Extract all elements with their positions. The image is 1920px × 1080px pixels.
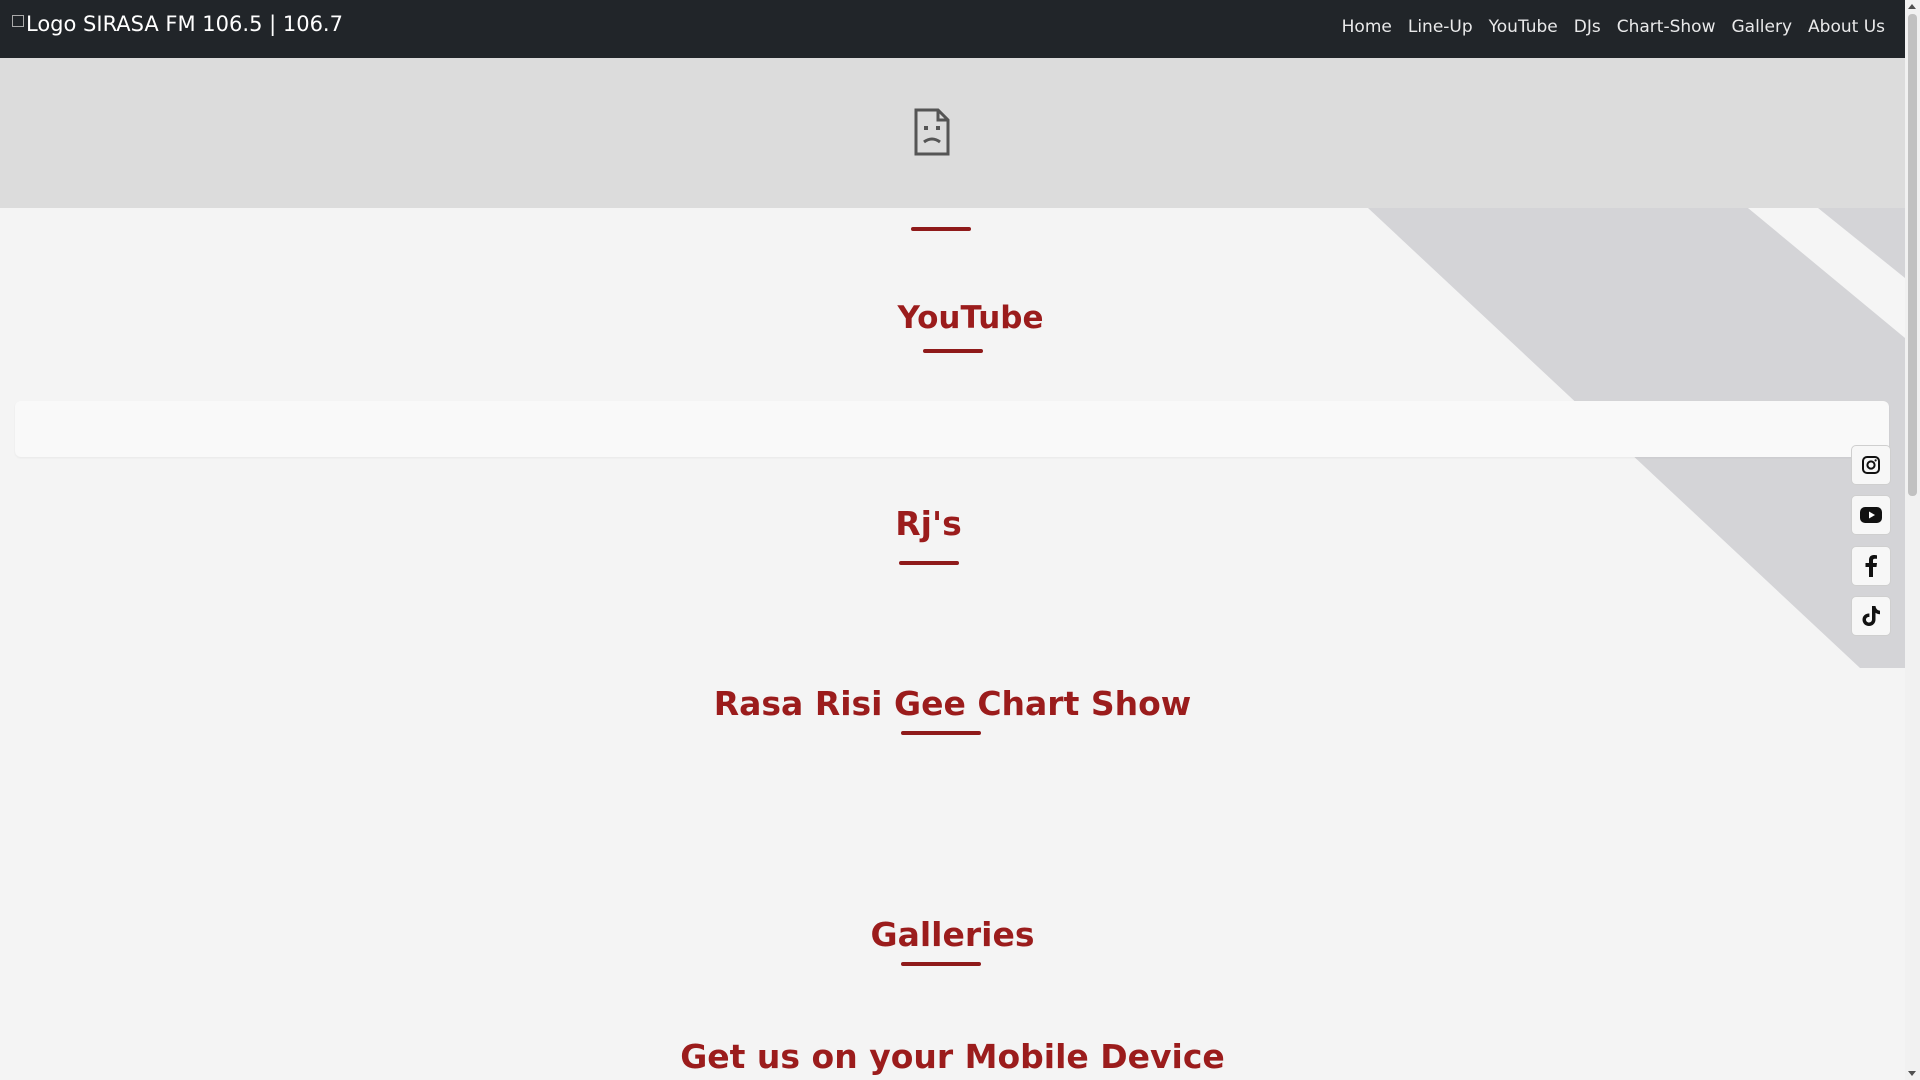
divider bbox=[899, 561, 959, 565]
facebook-icon bbox=[1865, 555, 1877, 577]
section-title-mobile: Get us on your Mobile Device bbox=[680, 1037, 1225, 1076]
nav-about-us[interactable]: About Us bbox=[1808, 17, 1885, 37]
section-title-chart-show: Rasa Risi Gee Chart Show bbox=[713, 684, 1192, 723]
logo-alt-text: Logo bbox=[26, 12, 77, 36]
broken-image-icon bbox=[914, 108, 950, 156]
youtube-panel bbox=[15, 401, 1889, 457]
nav-chart-show[interactable]: Chart-Show bbox=[1617, 17, 1716, 37]
nav-line-up[interactable]: Line-Up bbox=[1408, 17, 1473, 37]
broken-image-icon bbox=[12, 15, 24, 27]
youtube-icon bbox=[1860, 507, 1882, 523]
nav-youtube[interactable]: YouTube bbox=[1489, 17, 1558, 37]
section-title-youtube: YouTube bbox=[897, 300, 1044, 336]
divider bbox=[901, 731, 981, 735]
scrollbar-thumb[interactable] bbox=[1908, 14, 1917, 496]
navbar: Logo SIRASA FM 106.5 | 106.7 Home Line-U… bbox=[0, 0, 1905, 58]
scroll-down-arrow-icon[interactable] bbox=[1908, 1071, 1916, 1076]
instagram-icon bbox=[1862, 456, 1880, 474]
tiktok-icon bbox=[1862, 606, 1880, 626]
brand-link[interactable]: Logo SIRASA FM 106.5 | 106.7 bbox=[12, 12, 343, 36]
section-title-galleries: Galleries bbox=[870, 915, 1035, 954]
nav-djs[interactable]: DJs bbox=[1574, 17, 1601, 37]
divider bbox=[923, 349, 983, 353]
scroll-up-arrow-icon[interactable] bbox=[1908, 4, 1916, 9]
youtube-button[interactable] bbox=[1851, 495, 1891, 535]
divider bbox=[911, 227, 971, 231]
brand-title: SIRASA FM 106.5 | 106.7 bbox=[83, 12, 343, 36]
instagram-button[interactable] bbox=[1851, 445, 1891, 485]
page-scrollbar[interactable] bbox=[1905, 0, 1920, 1080]
nav-links: Home Line-Up YouTube DJs Chart-Show Gall… bbox=[1342, 17, 1885, 37]
hero-banner bbox=[0, 58, 1905, 208]
nav-home[interactable]: Home bbox=[1342, 17, 1392, 37]
divider bbox=[901, 962, 981, 966]
tiktok-button[interactable] bbox=[1851, 596, 1891, 636]
facebook-button[interactable] bbox=[1851, 546, 1891, 586]
section-title-rjs: Rj's bbox=[895, 504, 962, 543]
nav-gallery[interactable]: Gallery bbox=[1731, 17, 1792, 37]
